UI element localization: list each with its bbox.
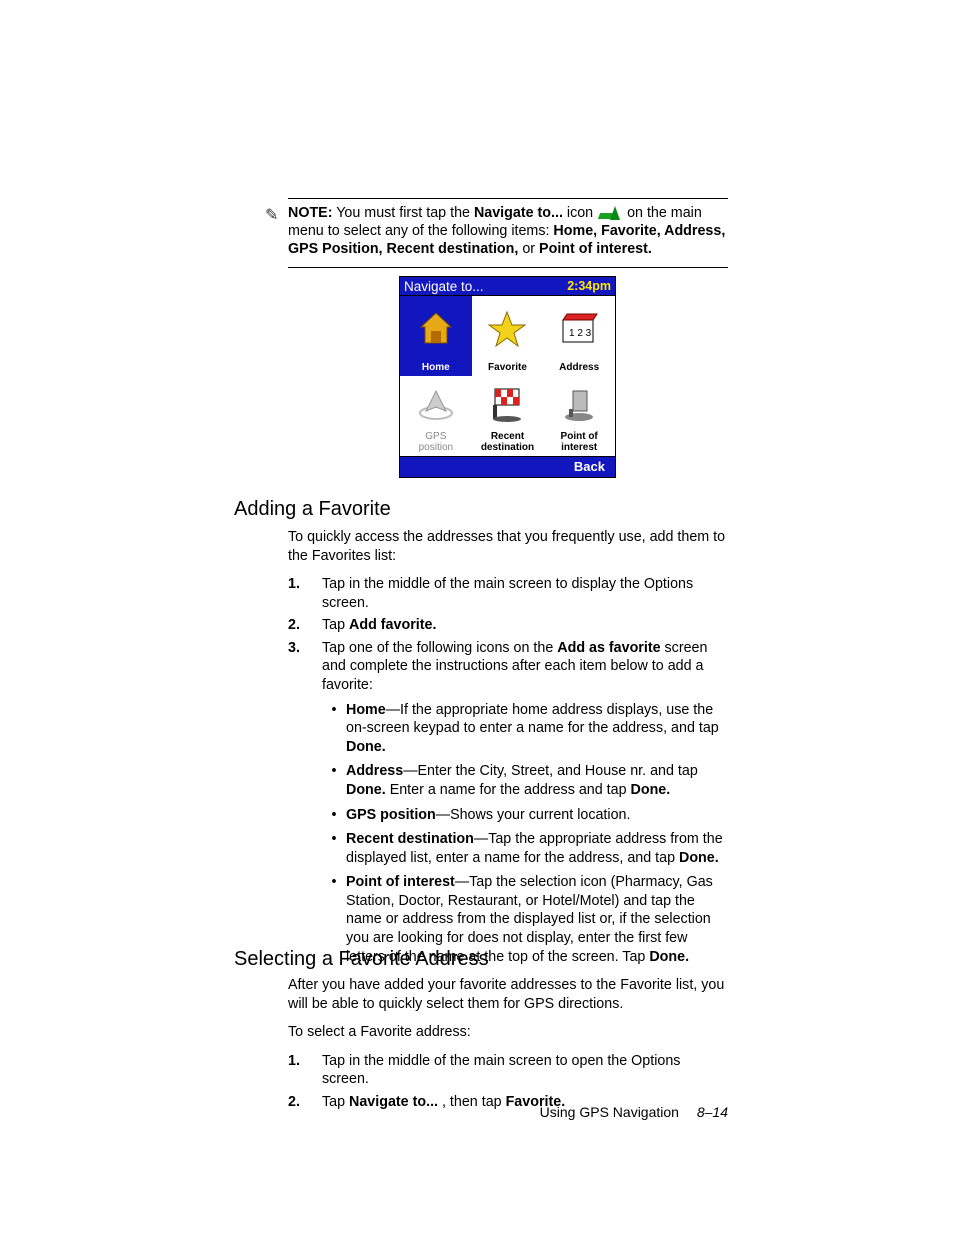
heading-selecting-favorite: Selecting a Favorite Address	[234, 948, 489, 971]
t: Recent destination	[346, 831, 474, 847]
t: Add as favorite	[557, 640, 660, 656]
bullet-icon: •	[322, 701, 346, 757]
list-item: 1. Tap in the middle of the main screen …	[288, 575, 728, 612]
t: Done.	[649, 949, 689, 965]
note-text-2: icon	[563, 205, 597, 221]
cell-favorite-label: Favorite	[488, 363, 527, 374]
note-block: NOTE: You must first tap the Navigate to…	[288, 198, 728, 268]
cell-home[interactable]: Home	[400, 296, 472, 376]
sel-p1: After you have added your favorite addre…	[288, 976, 728, 1013]
add-favorite-body: To quickly access the addresses that you…	[288, 528, 728, 976]
bullet-text: Home—If the appropriate home address dis…	[346, 701, 728, 757]
home-icon	[417, 296, 455, 363]
t: Tap	[322, 1094, 349, 1110]
device-back-label: Back	[574, 459, 605, 474]
step-text: Tap in the middle of the main screen to …	[322, 1052, 728, 1089]
t: Done.	[346, 739, 386, 755]
cell-recent-label-1: Recent	[491, 432, 524, 443]
t: —If the appropriate home address display…	[346, 702, 719, 737]
bullet-text: Recent destination—Tap the appropriate a…	[346, 830, 728, 867]
cell-gps-label-2: position	[419, 443, 453, 454]
svg-text:1 2 3: 1 2 3	[569, 328, 592, 339]
step-number: 2.	[288, 616, 322, 635]
list-item: •Home—If the appropriate home address di…	[322, 701, 728, 757]
bullet-icon: •	[322, 830, 346, 867]
sel-steps-list: 1. Tap in the middle of the main screen …	[288, 1052, 728, 1112]
add-steps-list: 1. Tap in the middle of the main screen …	[288, 575, 728, 972]
device-grid: Home Favorite 1 2 3 Address GPS position	[400, 296, 615, 456]
t: Point of interest	[346, 874, 455, 890]
list-item: 3. Tap one of the following icons on the…	[288, 639, 728, 972]
cell-address-label: Address	[559, 363, 599, 374]
page-footer: Using GPS Navigation 8–14	[540, 1104, 728, 1120]
page: ✎ NOTE: You must first tap the Navigate …	[0, 0, 954, 1235]
step-number: 1.	[288, 575, 322, 612]
device-time: 2:34pm	[567, 279, 611, 293]
device-screenshot: Navigate to... 2:34pm Home Favorite 1 2 …	[399, 276, 616, 478]
note-label: NOTE:	[288, 205, 332, 221]
list-item: •GPS position—Shows your current locatio…	[322, 806, 728, 825]
t: GPS position	[346, 807, 436, 823]
bullet-icon: •	[322, 762, 346, 799]
cell-favorite[interactable]: Favorite	[472, 296, 544, 376]
t: Navigate to...	[349, 1094, 438, 1110]
bullet-list: •Home—If the appropriate home address di…	[322, 701, 728, 967]
list-item: •Address—Enter the City, Street, and Hou…	[322, 762, 728, 799]
t: Done.	[346, 782, 386, 798]
cell-address[interactable]: 1 2 3 Address	[543, 296, 615, 376]
address-icon: 1 2 3	[559, 296, 599, 363]
t: Add favorite.	[349, 617, 436, 633]
t: Tap one of the following icons on the	[322, 640, 557, 656]
t: , then tap	[438, 1094, 506, 1110]
list-item: 2. Tap Add favorite.	[288, 616, 728, 635]
cell-gps[interactable]: GPS position	[400, 376, 472, 456]
note-icon: ✎	[265, 205, 278, 225]
note-text-1: You must first tap the	[332, 205, 473, 221]
bullet-icon: •	[322, 806, 346, 825]
cell-poi[interactable]: Point of interest	[543, 376, 615, 456]
select-favorite-body: After you have added your favorite addre…	[288, 976, 728, 1115]
sel-p2: To select a Favorite address:	[288, 1023, 728, 1042]
note-last-bold: Point of interest.	[539, 241, 652, 257]
star-icon	[487, 296, 527, 363]
t: Enter a name for the address and tap	[386, 782, 631, 798]
t: Home	[346, 702, 386, 718]
heading-adding-favorite: Adding a Favorite	[234, 498, 391, 521]
device-titlebar: Navigate to... 2:34pm	[400, 277, 615, 296]
device-back-button[interactable]: Back	[400, 456, 615, 477]
note-cmd: Navigate to...	[474, 205, 563, 221]
step-number: 3.	[288, 639, 322, 972]
step-text: Tap in the middle of the main screen to …	[322, 575, 728, 612]
device-title-text: Navigate to...	[404, 279, 484, 294]
cell-recent[interactable]: Recent destination	[472, 376, 544, 456]
footer-title: Using GPS Navigation	[540, 1104, 679, 1120]
bullet-text: Address—Enter the City, Street, and Hous…	[346, 762, 728, 799]
bullet-text: GPS position—Shows your current location…	[346, 806, 728, 825]
poi-icon	[559, 376, 599, 432]
navigate-arrow-icon	[599, 206, 621, 220]
step-text: Tap Add favorite.	[322, 616, 728, 635]
cell-recent-label-2: destination	[481, 443, 534, 454]
flag-icon	[487, 376, 527, 432]
add-intro: To quickly access the addresses that you…	[288, 528, 728, 565]
step-text: Tap one of the following icons on the Ad…	[322, 639, 728, 972]
t: —Enter the City, Street, and House nr. a…	[403, 763, 698, 779]
t: —Shows your current location.	[436, 807, 631, 823]
cell-home-label: Home	[422, 363, 450, 374]
t: Address	[346, 763, 403, 779]
gps-icon	[416, 376, 456, 432]
list-item: 1. Tap in the middle of the main screen …	[288, 1052, 728, 1089]
t: Done.	[679, 850, 719, 866]
cell-poi-label-1: Point of	[561, 432, 598, 443]
cell-poi-label-2: interest	[561, 443, 597, 454]
t: Done.	[631, 782, 671, 798]
t: Tap	[322, 617, 349, 633]
list-item: •Recent destination—Tap the appropriate …	[322, 830, 728, 867]
note-or: or	[518, 241, 539, 257]
step-number: 2.	[288, 1093, 322, 1112]
cell-gps-label-1: GPS	[425, 432, 446, 443]
step-number: 1.	[288, 1052, 322, 1089]
footer-page-number: 8–14	[697, 1104, 728, 1120]
